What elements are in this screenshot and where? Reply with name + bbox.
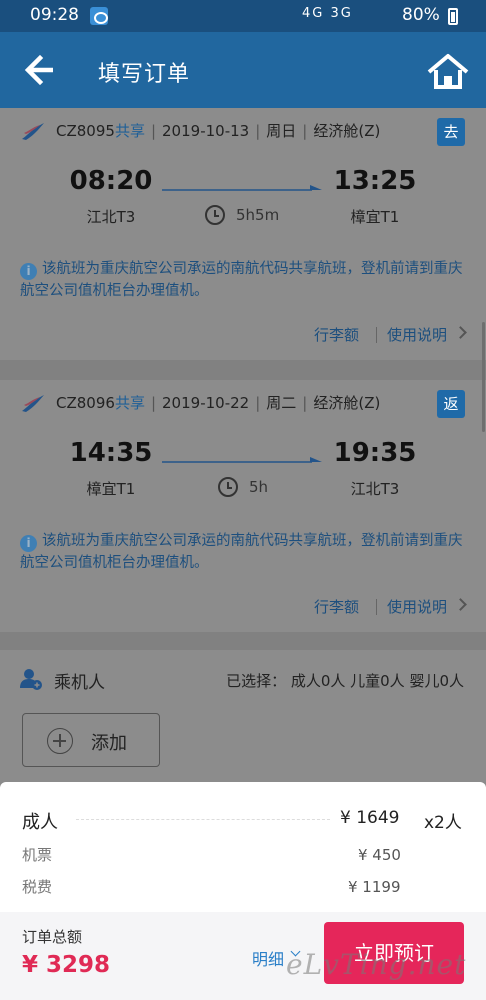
flight-number: CZ8095 [56,122,115,140]
card-links: 行李额 使用说明 [0,318,486,350]
flight-date: 2019-10-13 [162,122,250,140]
flight-weekday: 周二 [266,394,297,412]
section-gap [0,360,486,380]
tax-price: ¥ 1199 [348,878,401,896]
tax-label: 税费 [22,878,53,896]
watermark-text: eLvTing.net [286,948,467,981]
passenger-selected-summary: 已选择： 成人0人 儿童0人 婴儿0人 [226,672,464,690]
flight-card-outbound: CZ8095共享 | 2019-10-13 | 周日 | 经济舱(Z) 去 08:20 13… [0,108,486,360]
order-total-label: 订单总额 [22,928,83,946]
flight-duration: 5h5m [236,206,280,224]
card-links: 行李额 使用说明 [0,590,486,622]
network-icons: 4G 3G [302,6,353,21]
dotted-separator [76,819,330,820]
price-breakdown-panel: 成人 ¥ 1649 x2人 机票 ¥ 450 税费 ¥ 1199 [0,782,486,912]
app-notification-icon [90,7,108,25]
flight-number: CZ8096 [56,394,115,412]
arrival-airport: 江北T3 [350,480,400,498]
info-icon: i [20,535,37,552]
link-divider [376,327,377,343]
departure-airport: 江北T3 [86,208,136,226]
notice-text: 该航班为重庆航空公司承运的南航代码共享航班，登机前请到重庆航空公司值机柜台办理值… [20,533,463,571]
departure-time: 14:35 [69,438,153,468]
codeshare-tag: 共享 [114,122,145,140]
add-circle-icon [47,728,73,754]
add-passenger-label: 添加 [91,733,127,754]
codeshare-notice: i 该航班为重庆航空公司承运的南航代码共享航班，登机前请到重庆航空公司值机柜台办理… [20,530,466,574]
airline-logo-icon [22,123,44,140]
adult-label: 成人 [22,812,58,833]
price-detail-toggle[interactable]: 明细 [252,946,284,970]
ticket-price: ¥ 450 [358,846,401,864]
flight-arrow-icon [162,185,322,191]
baggage-allowance-link[interactable]: 行李额 [314,596,359,617]
arrival-time: 13:25 [333,166,417,196]
clock-icon [218,477,238,497]
flight-date: 2019-10-22 [162,394,250,412]
flight-summary: CZ8095共享 | 2019-10-13 | 周日 | 经济舱(Z) [56,122,381,140]
codeshare-tag: 共享 [114,394,145,412]
link-divider [376,599,377,615]
arrival-airport: 樟宜T1 [350,208,400,226]
home-icon[interactable] [426,52,470,90]
flight-card-return: CZ8096共享 | 2019-10-22 | 周二 | 经济舱(Z) 返 14:35 19… [0,380,486,632]
flight-info-row: CZ8095共享 | 2019-10-13 | 周日 | 经济舱(Z) 去 [0,108,486,152]
adult-count: x2人 [424,813,462,833]
order-total-amount: ¥ 3298 [22,952,111,978]
battery-icon [448,8,458,25]
departure-airport: 樟宜T1 [86,480,136,498]
usage-instructions-link[interactable]: 使用说明 [387,324,447,345]
usage-instructions-link[interactable]: 使用说明 [387,596,447,617]
flight-arrow-icon [162,457,322,463]
passenger-icon [20,669,42,690]
back-arrow-icon[interactable] [20,52,56,88]
passenger-section: 乘机人 已选择： 成人0人 儿童0人 婴儿0人 [0,650,486,710]
notice-text: 该航班为重庆航空公司承运的南航代码共享航班，登机前请到重庆航空公司值机柜台办理值… [20,261,463,299]
section-gap [0,632,486,650]
flight-weekday: 周日 [266,122,297,140]
adult-price: ¥ 1649 [340,808,400,828]
departure-time: 08:20 [69,166,153,196]
passenger-label: 乘机人 [54,673,105,693]
airline-logo-icon [22,395,44,412]
battery-percent: 80% [402,5,440,25]
clock-icon [205,205,225,225]
status-time: 09:28 [30,5,79,25]
chevron-right-icon [454,598,467,611]
page-title: 填写订单 [98,62,191,87]
cabin-class: 经济舱(Z) [313,394,381,412]
status-bar: 09:28 4G 3G 80% [0,0,486,32]
codeshare-notice: i 该航班为重庆航空公司承运的南航代码共享航班，登机前请到重庆航空公司值机柜台办理… [20,258,466,302]
flight-info-row: CZ8096共享 | 2019-10-22 | 周二 | 经济舱(Z) 返 [0,380,486,424]
flight-summary: CZ8096共享 | 2019-10-22 | 周二 | 经济舱(Z) [56,394,381,412]
app-header: 填写订单 [0,32,486,108]
chevron-right-icon [454,326,467,339]
baggage-allowance-link[interactable]: 行李额 [314,324,359,345]
add-passenger-button[interactable]: 添加 [22,713,160,767]
direction-badge: 去 [437,118,465,146]
ticket-label: 机票 [22,846,53,864]
flight-duration: 5h [249,478,269,496]
info-icon: i [20,263,37,280]
direction-badge: 返 [437,390,465,418]
scrollbar[interactable] [482,322,485,432]
cabin-class: 经济舱(Z) [313,122,381,140]
arrival-time: 19:35 [333,438,417,468]
